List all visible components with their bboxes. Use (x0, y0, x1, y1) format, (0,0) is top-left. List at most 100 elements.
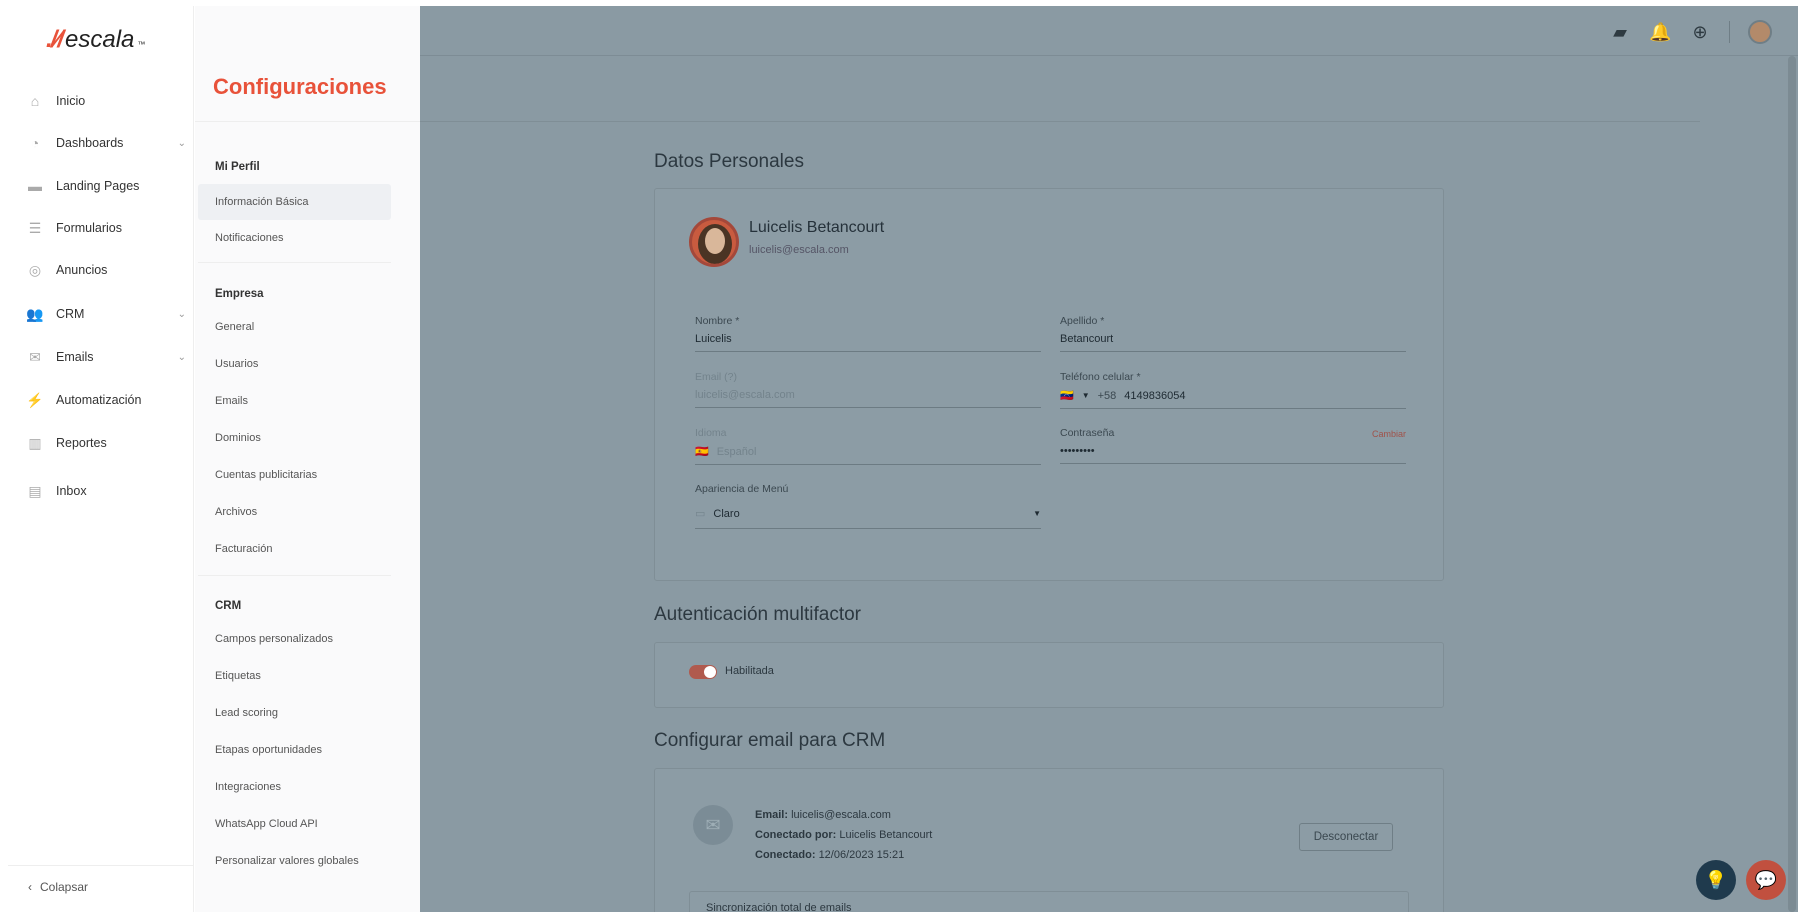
nav-item-label: Dashboards (56, 136, 124, 150)
people-icon: 👥 (26, 305, 44, 322)
target-icon: ◎ (28, 261, 42, 278)
modal-overlay[interactable]: ▰ 🔔 ⊕ Datos Personales Luicelis Betancou… (420, 6, 1798, 912)
nav-item-label: Emails (56, 350, 94, 364)
profile-name: Luicelis Betancourt (749, 219, 885, 236)
bell-icon[interactable]: 🔔 (1649, 22, 1671, 43)
chat-icon: ▤ (28, 482, 42, 499)
nav-item-crm[interactable]: 👥 CRM ⌄ (26, 303, 186, 325)
chevron-left-icon: ‹ (28, 880, 32, 894)
lightning-icon: ⚡ (26, 391, 44, 408)
settings-item-campos-personalizados[interactable]: Campos personalizados (215, 633, 333, 645)
nav-item-label: Inicio (56, 94, 86, 108)
country-code: +58 (1097, 389, 1117, 402)
first-name-input[interactable]: Luicelis (695, 333, 1041, 352)
phone-input-row[interactable]: 🇻🇪 ▼ +58 4149836054 (1060, 389, 1406, 409)
settings-item-personalizar-valores-globales[interactable]: Personalizar valores globales (215, 855, 359, 867)
nav-item-dashboards[interactable]: ◔ Dashboards ⌄ (26, 132, 186, 154)
nav-item-formularios[interactable]: ☰ Formularios (26, 217, 186, 239)
lightbulb-button[interactable]: 💡 (1696, 860, 1736, 900)
settings-item-etapas-oportunidades[interactable]: Etapas oportunidades (215, 744, 322, 756)
connected-value: 12/06/2023 15:21 (818, 849, 905, 861)
scrollbar[interactable] (1788, 56, 1796, 912)
flag-venezuela-icon[interactable]: 🇻🇪 (1060, 389, 1074, 402)
live-chat-button[interactable]: 💬 (1746, 860, 1786, 900)
settings-item-notificaciones[interactable]: Notificaciones (215, 232, 283, 244)
logo-text: escala (65, 26, 135, 53)
field-label: Contraseña (1060, 427, 1115, 439)
language-value: Español (716, 445, 757, 458)
nav-item-label: Anuncios (56, 263, 108, 277)
settings-item-informacion-basica[interactable]: Información Básica (198, 184, 391, 220)
add-circle-icon[interactable]: ⊕ (1689, 22, 1711, 43)
settings-sidebar: Configuraciones Mi Perfil Información Bá… (195, 6, 420, 912)
field-label: Nombre * (695, 315, 740, 327)
personal-data-card: Luicelis Betancourt luicelis@escala.com … (654, 188, 1444, 581)
connected-by-label: Conectado por: (755, 829, 837, 841)
nav-item-label: Automatización (56, 393, 142, 407)
settings-item-cuentas-publicitarias[interactable]: Cuentas publicitarias (215, 469, 317, 481)
connected-label: Conectado: (755, 849, 816, 861)
page-title: Configuraciones (213, 74, 387, 99)
menu-appearance-field[interactable]: Apariencia de Menú ▭ Claro ▼ (695, 483, 1041, 529)
mfa-toggle[interactable] (689, 665, 717, 679)
mail-icon: ✉ (29, 348, 41, 365)
field-label: Apellido * (1060, 315, 1105, 327)
connected-line: Conectado: 12/06/2023 15:21 (755, 849, 904, 861)
divider (198, 262, 391, 263)
escala-logo[interactable]: ./⁄/ escala ™ (46, 26, 145, 54)
settings-item-archivos[interactable]: Archivos (215, 506, 257, 518)
chevron-down-icon: ⌄ (177, 308, 186, 320)
settings-item-facturacion[interactable]: Facturación (215, 543, 272, 555)
first-name-field[interactable]: Nombre * Luicelis (695, 315, 1041, 352)
nav-item-inbox[interactable]: ▤ Inbox (26, 480, 186, 502)
nav-item-label: Formularios (56, 221, 122, 235)
email-label: Email: (755, 809, 789, 821)
divider (420, 121, 1700, 122)
phone-number[interactable]: 4149836054 (1124, 390, 1185, 402)
nav-item-landing-pages[interactable]: ▬ Landing Pages (26, 175, 186, 197)
change-password-link[interactable]: Cambiar (1372, 429, 1406, 439)
settings-item-dominios[interactable]: Dominios (215, 432, 261, 444)
menu-appearance-select[interactable]: ▭ Claro ▼ (695, 501, 1041, 529)
nav-item-inicio[interactable]: ⌂ Inicio (26, 90, 186, 112)
nav-item-label: CRM (56, 307, 85, 321)
last-name-field[interactable]: Apellido * Betancourt (1060, 315, 1406, 352)
bar-chart-icon: ▥ (28, 434, 42, 451)
settings-item-integraciones[interactable]: Integraciones (215, 781, 281, 793)
last-name-input[interactable]: Betancourt (1060, 333, 1406, 352)
settings-item-lead-scoring[interactable]: Lead scoring (215, 707, 278, 719)
flag-spain-icon: 🇪🇸 (695, 446, 709, 458)
mfa-card: Habilitada (654, 642, 1444, 708)
email-sync-panel: Sincronización total de emails (689, 891, 1409, 912)
settings-item-etiquetas[interactable]: Etiquetas (215, 670, 261, 682)
connected-by-value: Luicelis Betancourt (839, 829, 933, 841)
settings-item-whatsapp-cloud-api[interactable]: WhatsApp Cloud API (215, 818, 318, 830)
disconnect-button[interactable]: Desconectar (1299, 823, 1393, 851)
chat-bubbles-icon: 💬 (1754, 869, 1778, 890)
nav-item-automatizacion[interactable]: ⚡ Automatización (26, 389, 186, 411)
logo-trademark: ™ (137, 40, 146, 49)
password-field[interactable]: Contraseña Cambiar ••••••••• (1060, 427, 1406, 464)
field-label: Apariencia de Menú (695, 483, 789, 495)
nav-item-anuncios[interactable]: ◎ Anuncios (26, 259, 186, 281)
nav-item-emails[interactable]: ✉ Emails ⌄ (26, 346, 186, 368)
settings-item-emails[interactable]: Emails (215, 395, 248, 407)
user-avatar[interactable] (1748, 20, 1772, 44)
app-root: ./⁄/ escala ™ ⌂ Inicio ◔ Dashboards ⌄ ▬ … (0, 0, 1798, 912)
nav-item-label: Inbox (56, 484, 87, 498)
chevron-down-icon: ⌄ (177, 137, 186, 149)
collapse-button[interactable]: ‹ Colapsar (28, 880, 88, 894)
settings-item-general[interactable]: General (215, 321, 254, 333)
settings-item-usuarios[interactable]: Usuarios (215, 358, 258, 370)
section-label-empresa: Empresa (215, 288, 264, 300)
chevron-down-icon[interactable]: ▼ (1082, 391, 1090, 400)
email-line: Email: luicelis@escala.com (755, 809, 891, 821)
chat-icon[interactable]: ▰ (1609, 22, 1631, 43)
chevron-down-icon: ⌄ (177, 351, 186, 363)
nav-item-reportes[interactable]: ▥ Reportes (26, 432, 186, 454)
phone-field[interactable]: Teléfono celular * 🇻🇪 ▼ +58 4149836054 (1060, 371, 1406, 409)
field-label: Email (?) (695, 371, 738, 383)
avatar-face (705, 228, 725, 254)
avatar[interactable] (689, 217, 739, 267)
field-label: Teléfono celular * (1060, 371, 1141, 383)
